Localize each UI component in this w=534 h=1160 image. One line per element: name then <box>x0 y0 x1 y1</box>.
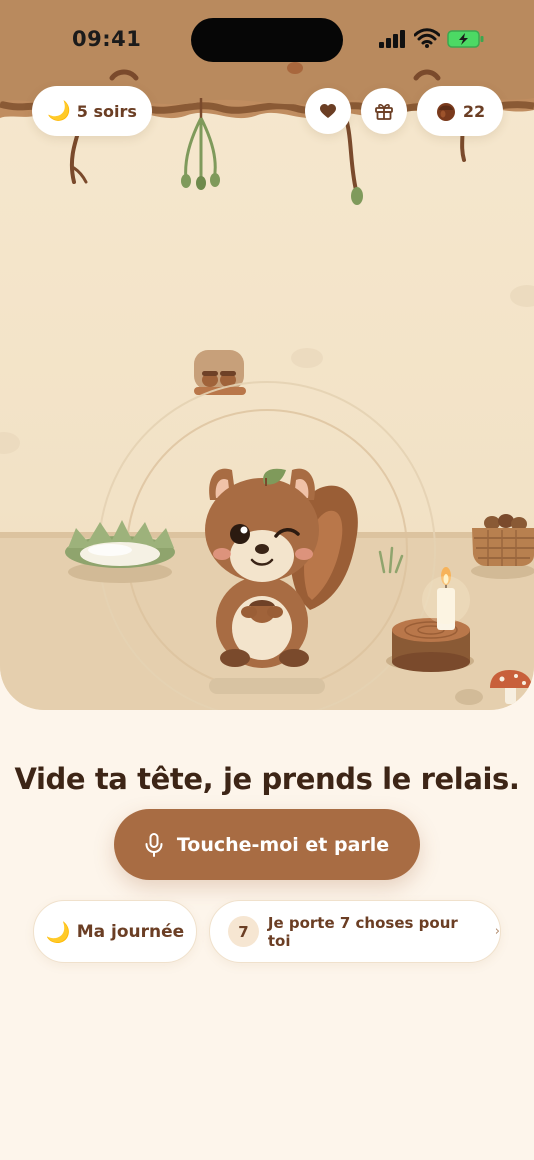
talk-button-label: Touche-moi et parle <box>176 833 390 856</box>
dynamic-island <box>191 18 343 62</box>
gift-icon <box>375 104 393 120</box>
nights-streak-label: 5 soirs <box>76 101 137 121</box>
gift-button[interactable] <box>361 88 407 134</box>
carried-items-button[interactable]: 7 Je porte 7 choses pour toi › <box>209 900 501 963</box>
microphone-icon <box>145 832 163 857</box>
wifi-icon <box>414 28 440 48</box>
status-bar: 09:41 <box>0 0 534 80</box>
heart-icon <box>320 103 336 118</box>
carried-count-badge: 7 <box>228 916 259 947</box>
tagline: Vide ta tête, je prends le relais. <box>14 762 520 796</box>
carried-items-label: Je porte 7 choses pour toi <box>267 913 458 950</box>
chevron-right-icon: › <box>494 924 500 939</box>
my-day-label: Ma journée <box>76 921 185 942</box>
moon-icon: 🌙 <box>47 99 71 122</box>
nights-streak-pill[interactable]: 🌙 5 soirs <box>32 86 152 136</box>
my-day-button[interactable]: 🌙 Ma journée <box>33 900 197 963</box>
acorn-count: 22 <box>462 101 486 121</box>
acorn-icon <box>436 103 455 121</box>
acorn-counter-pill[interactable]: 22 <box>417 86 503 136</box>
talk-button[interactable]: Touche-moi et parle <box>114 809 420 880</box>
acorn-basket <box>471 514 534 579</box>
status-time: 09:41 <box>72 27 142 51</box>
battery-charging-icon <box>447 30 484 48</box>
leaf-bed <box>65 520 175 583</box>
signal-icon <box>379 30 405 48</box>
favorites-button[interactable] <box>305 88 351 134</box>
moon-icon: 🌙 <box>45 919 71 944</box>
room-scene: 09:41 🌙 5 soirs 22 <box>0 0 534 710</box>
